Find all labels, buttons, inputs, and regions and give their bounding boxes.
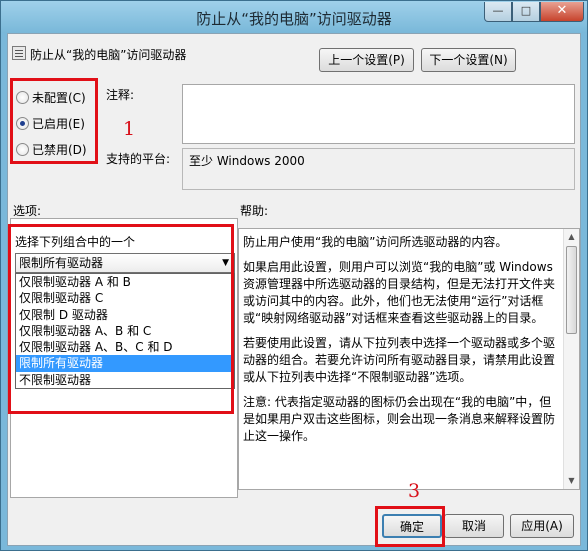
red-highlight-box-1 [10,78,98,164]
annotation-number-1: 1 [123,118,136,140]
scroll-up-icon[interactable]: ▲ [564,229,579,245]
policy-icon [12,46,26,60]
platform-value: 至少 Windows 2000 [182,148,575,190]
help-scrollbar[interactable]: ▲ ▼ [563,229,579,489]
next-setting-button[interactable]: 下一个设置(N) [421,48,516,72]
close-button[interactable]: ✕ [540,2,584,22]
maximize-button[interactable]: □ [512,2,540,22]
help-paragraph: 若要使用此设置，请从下拉列表中选择一个驱动器或多个驱动器的组合。若要允许访问所有… [243,336,556,384]
comment-label: 注释: [106,88,135,102]
scroll-thumb[interactable] [566,246,577,334]
help-label: 帮助: [240,204,269,218]
comment-textarea[interactable] [182,84,575,144]
title-bar[interactable]: 防止从“我的电脑”访问驱动器 — □ ✕ [1,1,587,33]
help-panel: 防止用户使用“我的电脑”访问所选驱动器的内容。 如果启用此设置，则用户可以浏览“… [238,228,580,490]
dialog-client-area: 防止从“我的电脑”访问驱动器 上一个设置(P) 下一个设置(N) 未配置(C) … [7,33,581,547]
options-label: 选项: [13,204,42,218]
help-paragraph: 防止用户使用“我的电脑”访问所选驱动器的内容。 [243,235,508,249]
help-paragraph: 如果启用此设置，则用户可以浏览“我的电脑”或 Windows 资源管理器中所选驱… [243,260,556,325]
platform-label: 支持的平台: [106,152,171,166]
scroll-down-icon[interactable]: ▼ [564,473,579,489]
policy-name: 防止从“我的电脑”访问驱动器 [30,48,187,62]
prev-setting-button[interactable]: 上一个设置(P) [319,48,414,72]
help-text: 防止用户使用“我的电脑”访问所选驱动器的内容。 如果启用此设置，则用户可以浏览“… [243,234,561,453]
help-paragraph: 注意: 代表指定驱动器的图标仍会出现在“我的电脑”中，但是如果用户双击这些图标，… [243,395,556,443]
minimize-button[interactable]: — [484,2,512,22]
dialog-window: 防止从“我的电脑”访问驱动器 — □ ✕ 防止从“我的电脑”访问驱动器 上一个设… [0,0,588,551]
annotation-number-3: 3 [408,480,421,502]
red-highlight-box-3 [375,506,445,547]
red-highlight-box-2 [8,224,234,414]
apply-button[interactable]: 应用(A) [510,514,574,538]
cancel-button[interactable]: 取消 [444,514,504,538]
